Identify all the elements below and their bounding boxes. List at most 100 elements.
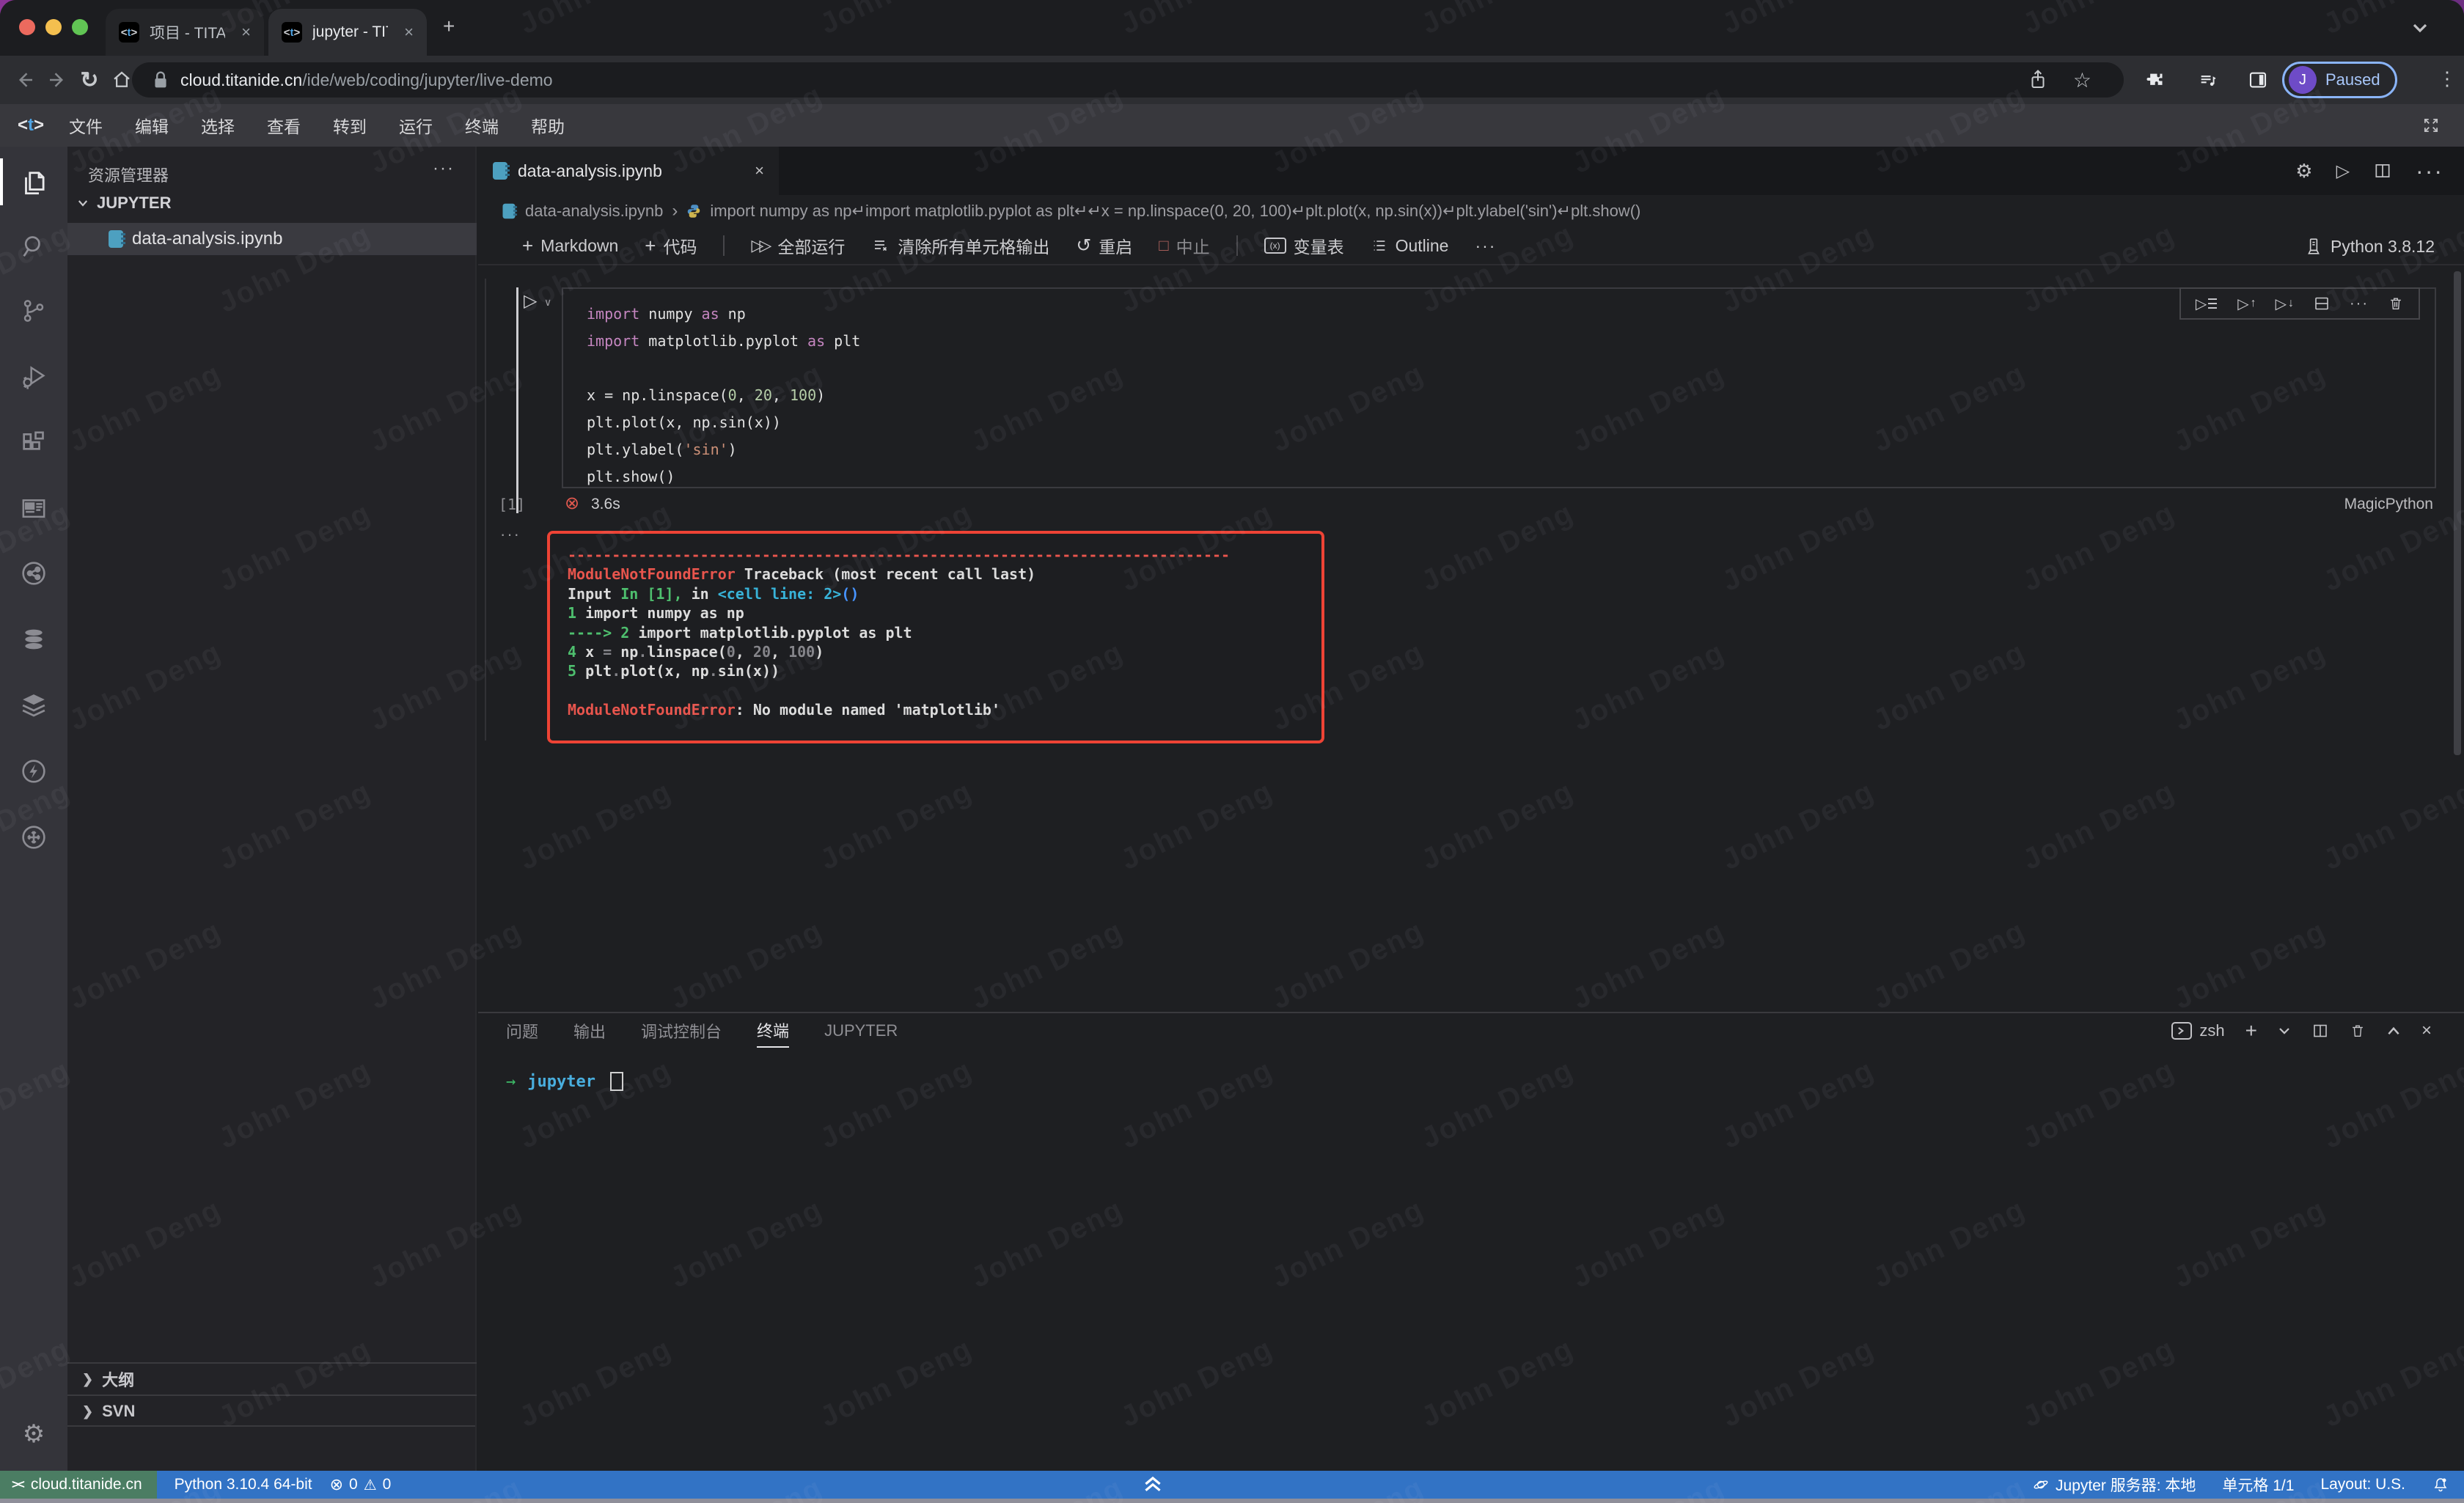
layout-item[interactable]: Layout: U.S. — [2320, 1476, 2405, 1493]
breadcrumb[interactable]: data-analysis.ipynb › import numpy as np… — [478, 195, 2464, 227]
preview-window-icon[interactable] — [0, 484, 67, 534]
menu-selection[interactable]: 选择 — [185, 113, 251, 138]
extensions-icon[interactable] — [0, 418, 67, 468]
problems-item[interactable]: ⊗0 ⚠0 — [330, 1475, 392, 1494]
outline-button[interactable]: Outline — [1371, 236, 1449, 256]
search-icon[interactable] — [0, 221, 67, 271]
menu-edit[interactable]: 编辑 — [119, 113, 185, 138]
variables-button[interactable]: (x)变量表 — [1264, 233, 1344, 258]
split-cell-icon[interactable] — [2313, 295, 2331, 312]
maximize-panel-icon[interactable] — [2386, 1026, 2401, 1036]
new-tab-button[interactable]: + — [443, 15, 455, 38]
run-cell-button[interactable]: ▷ — [524, 290, 537, 312]
jupyter-server-item[interactable]: Jupyter 服务器: 本地 — [2032, 1474, 2196, 1496]
sidebar-more-icon[interactable]: ··· — [433, 158, 455, 179]
new-terminal-icon[interactable]: + — [2245, 1019, 2257, 1043]
database-icon[interactable] — [0, 614, 67, 664]
split-terminal-icon[interactable] — [2311, 1022, 2329, 1040]
cell-more-icon[interactable]: ··· — [2350, 295, 2369, 312]
side-panel-icon[interactable] — [2247, 69, 2269, 91]
clear-outputs-button[interactable]: 清除所有单元格输出 — [871, 233, 1049, 258]
section-outline[interactable]: ❯ 大纲 — [67, 1362, 477, 1394]
traffic-minimize-button[interactable] — [45, 19, 62, 35]
share-circle-icon[interactable] — [0, 548, 67, 598]
panel-tab-terminal[interactable]: 终端 — [757, 1018, 789, 1048]
tab-close-icon[interactable]: × — [755, 161, 764, 180]
reload-icon[interactable]: ↻ — [73, 67, 106, 93]
shell-selector[interactable]: zsh — [2171, 1021, 2224, 1040]
toolbar-more-icon[interactable]: ··· — [1475, 236, 1496, 256]
menu-help[interactable]: 帮助 — [515, 113, 581, 138]
tab-close-icon[interactable]: × — [241, 23, 251, 42]
delete-cell-icon[interactable] — [2388, 295, 2404, 312]
breadcrumb-code[interactable]: import numpy as np↵import matplotlib.pyp… — [710, 202, 1640, 221]
add-code-button[interactable]: +代码 — [645, 233, 697, 258]
menu-run[interactable]: 运行 — [383, 113, 449, 138]
restart-button[interactable]: ↺重启 — [1076, 233, 1132, 258]
cell-language-badge[interactable]: MagicPython — [2344, 496, 2433, 513]
editor-scrollbar[interactable] — [2454, 271, 2461, 755]
remote-indicator[interactable]: >< cloud.titanide.cn — [0, 1471, 157, 1499]
close-panel-icon[interactable]: × — [2421, 1021, 2432, 1041]
browser-menu-kebab-icon[interactable]: ⋮ — [2438, 67, 2457, 90]
split-editor-icon[interactable] — [2373, 161, 2392, 180]
terminal-content[interactable]: → jupyter — [506, 1072, 623, 1091]
forward-icon[interactable] — [41, 69, 73, 91]
run-debug-icon[interactable] — [0, 352, 67, 402]
browser-tab-project[interactable]: <t> 项目 - TITANIDE × — [106, 9, 264, 56]
tab-search-chevron-icon[interactable] — [2411, 22, 2429, 34]
run-all-button[interactable]: ▷▷全部运行 — [751, 233, 845, 258]
section-jupyter[interactable]: JUPYTER — [76, 194, 171, 213]
menu-terminal[interactable]: 终端 — [449, 113, 515, 138]
fullscreen-icon[interactable] — [2421, 116, 2441, 135]
interrupt-button[interactable]: □中止 — [1159, 233, 1209, 258]
cell-code[interactable]: import numpy as npimport matplotlib.pypl… — [563, 289, 2435, 490]
execute-cells-icon[interactable]: ▷ — [2196, 295, 2218, 313]
menu-file[interactable]: 文件 — [53, 113, 119, 138]
section-svn[interactable]: ❯ SVN — [67, 1394, 477, 1427]
share-icon[interactable] — [2028, 69, 2047, 91]
url-bar[interactable]: cloud.titanide.cn /ide/web/coding/jupyte… — [132, 62, 2124, 98]
kernel-picker[interactable]: Python 3.8.12 — [2306, 227, 2435, 265]
editor-more-icon[interactable]: ··· — [2416, 158, 2443, 185]
breadcrumb-file[interactable]: data-analysis.ipynb — [525, 202, 663, 221]
tab-close-icon[interactable]: × — [404, 23, 414, 42]
panel-tab-debug-console[interactable]: 调试控制台 — [641, 1019, 722, 1043]
cell-counter-item[interactable]: 单元格 1/1 — [2222, 1474, 2294, 1496]
lightning-circle-icon[interactable] — [0, 746, 67, 796]
menu-goto[interactable]: 转到 — [317, 113, 383, 138]
panel-tab-output[interactable]: 输出 — [573, 1019, 606, 1043]
source-control-icon[interactable] — [0, 286, 67, 336]
traffic-zoom-button[interactable] — [72, 19, 88, 35]
bookmark-star-icon[interactable]: ☆ — [2073, 68, 2091, 92]
kill-terminal-icon[interactable] — [2350, 1022, 2366, 1040]
layers-icon[interactable] — [0, 680, 67, 730]
notebook-settings-gear-icon[interactable]: ⚙ — [2295, 160, 2312, 183]
output-menu-icon[interactable]: ··· — [500, 525, 521, 544]
notifications-bell-icon[interactable] — [2432, 1475, 2449, 1494]
browser-tab-jupyter[interactable]: <t> jupyter - TITANIDE × — [268, 9, 427, 56]
run-editor-icon[interactable]: ▷ — [2336, 161, 2350, 182]
menu-view[interactable]: 查看 — [251, 113, 317, 138]
panel-tab-problems[interactable]: 问题 — [506, 1019, 538, 1043]
run-cell-dropdown-icon[interactable]: ∨ — [544, 296, 551, 309]
explorer-icon[interactable] — [0, 157, 67, 207]
lock-icon[interactable] — [153, 70, 169, 89]
run-below-icon[interactable]: ▷↓ — [2276, 295, 2294, 313]
traffic-close-button[interactable] — [19, 19, 35, 35]
settings-gear-icon[interactable]: ⚙ — [0, 1409, 67, 1459]
expand-chevrons-icon[interactable] — [1141, 1472, 1165, 1496]
cell-editor[interactable]: import numpy as npimport matplotlib.pypl… — [562, 287, 2436, 488]
terminal-dropdown-icon[interactable] — [2278, 1026, 2291, 1036]
profile-chip[interactable]: J Paused — [2282, 62, 2397, 98]
python-version-item[interactable]: Python 3.10.4 64-bit — [175, 1476, 312, 1493]
back-icon[interactable] — [9, 69, 41, 91]
editor-tab-notebook[interactable]: data-analysis.ipynb × — [478, 147, 779, 195]
file-item-notebook[interactable]: data-analysis.ipynb — [67, 223, 477, 255]
extensions-puzzle-icon[interactable] — [2144, 70, 2165, 91]
media-playlist-icon[interactable] — [2197, 70, 2219, 91]
arrows-circle-icon[interactable] — [0, 812, 67, 862]
panel-tab-jupyter[interactable]: JUPYTER — [824, 1021, 898, 1040]
run-above-icon[interactable]: ▷↑ — [2237, 295, 2256, 313]
add-markdown-button[interactable]: +Markdown — [522, 235, 618, 257]
